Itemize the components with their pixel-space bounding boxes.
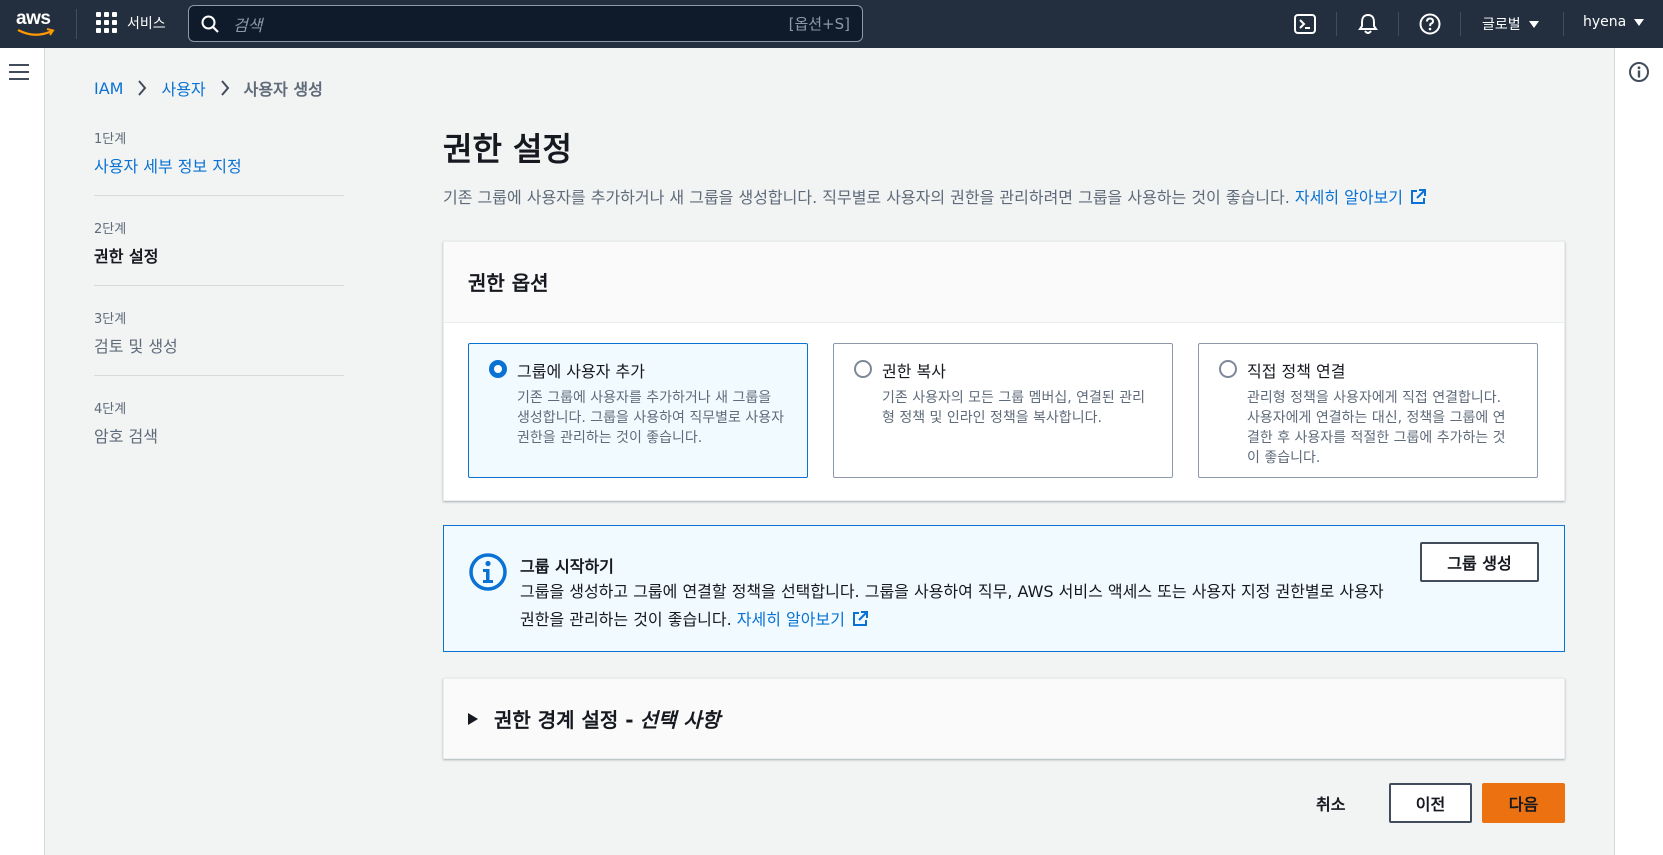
- next-button[interactable]: 다음: [1482, 783, 1565, 823]
- alert-text: 그룹을 생성하고 그룹에 연결할 정책을 선택합니다. 그룹을 사용하여 직무,…: [520, 582, 1384, 629]
- external-link-icon: [852, 611, 868, 626]
- breadcrumb: IAM 사용자 사용자 생성: [94, 76, 323, 100]
- aws-logo-text: aws: [16, 8, 51, 29]
- option-add-to-group[interactable]: 그룹에 사용자 추가 기존 그룹에 사용자를 추가하거나 새 그룹을 생성합니다…: [468, 343, 808, 478]
- left-rail: [0, 48, 45, 855]
- description-text: 기존 그룹에 사용자를 추가하거나 새 그룹을 생성합니다. 직무별로 사용자의…: [443, 188, 1295, 207]
- chevron-right-icon: [220, 80, 229, 96]
- alert-body: 그룹을 생성하고 그룹에 연결할 정책을 선택합니다. 그룹을 사용하여 직무,…: [520, 578, 1390, 634]
- nav-divider: [1336, 12, 1337, 36]
- create-group-button[interactable]: 그룹 생성: [1420, 542, 1539, 582]
- radio-button[interactable]: [854, 360, 872, 378]
- nav-divider: [1398, 12, 1399, 36]
- wizard-step-1: 1단계 사용자 세부 정보 지정: [94, 128, 344, 196]
- previous-button[interactable]: 이전: [1389, 783, 1472, 823]
- wizard-step-3: 3단계 검토 및 생성: [94, 308, 344, 376]
- caret-down-icon: [1634, 18, 1645, 26]
- permissions-boundary-expander[interactable]: 권한 경계 설정 - 선택 사항: [443, 678, 1565, 759]
- aws-smile-icon: [17, 28, 55, 36]
- info-icon[interactable]: [1628, 61, 1650, 83]
- wizard-step-2: 2단계 권한 설정: [94, 218, 344, 286]
- learn-more-label: 자세히 알아보기: [736, 610, 845, 629]
- step-label: 암호 검색: [94, 427, 158, 446]
- nav-divider: [1460, 12, 1461, 36]
- aws-logo[interactable]: aws: [16, 8, 56, 38]
- nav-divider: [1563, 12, 1564, 36]
- step-label-active: 권한 설정: [94, 247, 159, 266]
- region-label: 글로벌: [1482, 17, 1521, 33]
- expander-optional-label: 선택 사항: [639, 708, 721, 732]
- search-icon: [201, 15, 219, 33]
- option-title: 그룹에 사용자 추가: [517, 362, 645, 381]
- option-attach-policies[interactable]: 직접 정책 연결 관리형 정책을 사용자에게 직접 연결합니다. 사용자에게 연…: [1198, 343, 1538, 478]
- step-number: 1단계: [94, 132, 127, 147]
- breadcrumb-item-iam[interactable]: IAM: [94, 79, 123, 98]
- radio-button-selected[interactable]: [489, 360, 507, 378]
- bell-icon[interactable]: [1356, 12, 1380, 36]
- alert-learn-more-link[interactable]: 자세히 알아보기: [737, 610, 869, 629]
- wizard-step-4: 4단계 암호 검색: [94, 398, 344, 465]
- step-label: 검토 및 생성: [94, 337, 178, 356]
- permission-options-panel: 권한 옵션 그룹에 사용자 추가 기존 그룹에 사용자를 추가하거나 새 그룹을…: [443, 241, 1565, 501]
- expander-title: 권한 경계 설정 -: [494, 708, 634, 732]
- breadcrumb-current: 사용자 생성: [243, 80, 323, 99]
- option-description: 관리형 정책을 사용자에게 직접 연결합니다. 사용자에게 연결하는 대신, 정…: [1247, 390, 1506, 466]
- panel-header: 권한 옵션: [444, 242, 1564, 323]
- search-input[interactable]: 검색 [옵션+S]: [188, 5, 863, 42]
- search-placeholder: 검색: [233, 15, 263, 35]
- permission-option-tiles: 그룹에 사용자 추가 기존 그룹에 사용자를 추가하거나 새 그룹을 생성합니다…: [444, 323, 1564, 498]
- external-link-icon: [1411, 189, 1427, 204]
- help-icon[interactable]: [1418, 12, 1442, 36]
- option-description: 기존 사용자의 모든 그룹 멤버십, 연결된 관리형 정책 및 인라인 정책을 …: [882, 390, 1145, 426]
- info-circle-icon: [469, 553, 507, 591]
- caret-right-icon: [468, 712, 478, 725]
- user-label: hyena: [1583, 14, 1627, 30]
- page-description: 기존 그룹에 사용자를 추가하거나 새 그룹을 생성합니다. 직무별로 사용자의…: [443, 184, 1427, 208]
- search-shortcut: [옵션+S]: [788, 15, 850, 33]
- learn-more-link[interactable]: 자세히 알아보기: [1295, 188, 1427, 207]
- grid-icon: [96, 12, 117, 33]
- option-copy-permissions[interactable]: 권한 복사 기존 사용자의 모든 그룹 멤버십, 연결된 관리형 정책 및 인라…: [833, 343, 1173, 478]
- nav-divider: [76, 9, 77, 39]
- caret-down-icon: [1528, 20, 1539, 28]
- right-rail: [1614, 48, 1663, 855]
- cancel-button[interactable]: 취소: [1316, 791, 1345, 815]
- region-dropdown[interactable]: 글로벌: [1482, 14, 1539, 34]
- cloudshell-icon[interactable]: [1293, 12, 1317, 36]
- account-dropdown[interactable]: hyena: [1583, 14, 1645, 30]
- services-label: 서비스: [127, 15, 166, 32]
- option-title: 권한 복사: [882, 362, 946, 381]
- services-menu-button[interactable]: 서비스: [96, 12, 166, 33]
- step-number: 2단계: [94, 222, 127, 237]
- radio-button[interactable]: [1219, 360, 1237, 378]
- breadcrumb-item-users[interactable]: 사용자: [161, 76, 205, 100]
- option-title: 직접 정책 연결: [1247, 362, 1346, 381]
- menu-icon[interactable]: [9, 64, 29, 80]
- top-navigation: aws 서비스 검색 [옵션+S] 글로벌 hyena: [0, 0, 1663, 48]
- page-title: 권한 설정: [443, 130, 572, 168]
- learn-more-label: 자세히 알아보기: [1294, 188, 1404, 207]
- step-number: 3단계: [94, 312, 127, 327]
- step-link[interactable]: 사용자 세부 정보 지정: [94, 153, 344, 177]
- step-number: 4단계: [94, 402, 127, 417]
- chevron-right-icon: [138, 80, 147, 96]
- info-alert: 그룹 시작하기 그룹을 생성하고 그룹에 연결할 정책을 선택합니다. 그룹을 …: [443, 525, 1565, 652]
- wizard-steps: 1단계 사용자 세부 정보 지정 2단계 권한 설정 3단계 검토 및 생성 4…: [94, 128, 344, 487]
- alert-title: 그룹 시작하기: [520, 557, 614, 576]
- option-description: 기존 그룹에 사용자를 추가하거나 새 그룹을 생성합니다. 그룹을 사용하여 …: [517, 390, 784, 446]
